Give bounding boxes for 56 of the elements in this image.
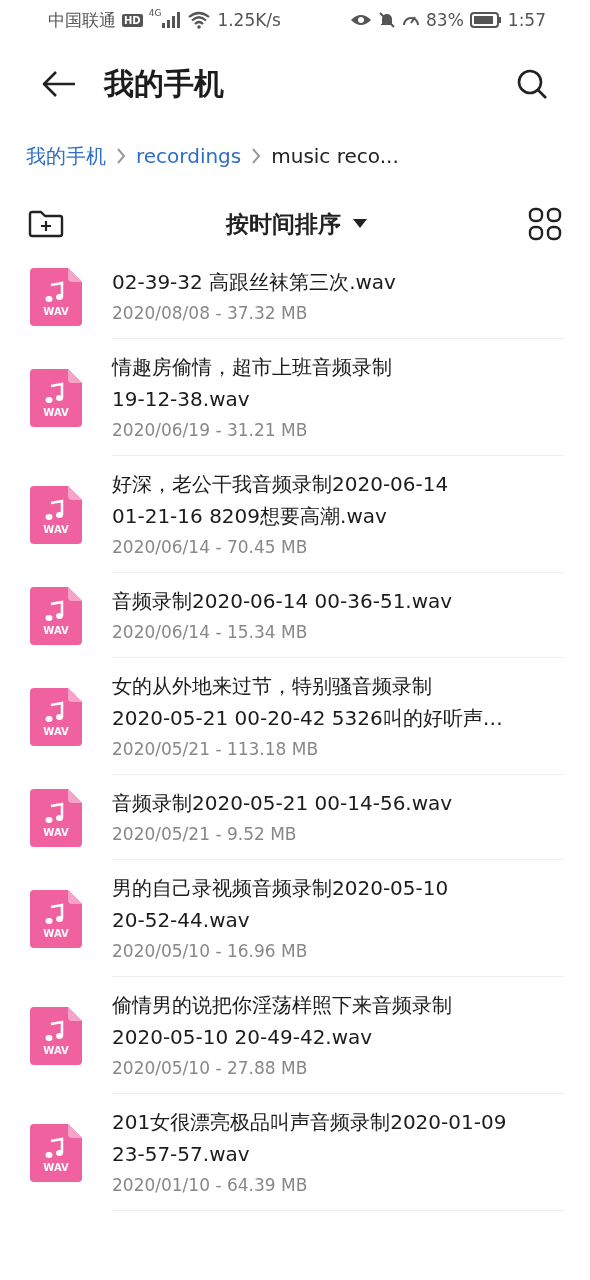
clock-time: 1:57 [507,10,546,30]
file-name[interactable]: 201女很漂亮极品叫声音频录制2020-01-09 [112,1106,564,1138]
file-name[interactable]: 2020-05-10 20-49-42.wav [112,1021,564,1053]
file-name[interactable]: 音频录制2020-06-14 00-36-51.wav [112,585,564,617]
hd-badge: HD [122,13,143,27]
file-name[interactable]: 偷情男的说把你淫荡样照下来音频录制 [112,989,564,1021]
grid-view-icon[interactable] [528,207,562,241]
battery-percent: 83% [426,10,464,30]
eye-icon [350,13,372,27]
file-date-size: 2020/08/08 - 37.32 MB [112,302,309,325]
audio-file-icon: WAV [30,586,82,645]
file-name[interactable]: 23-57-57.wav [112,1138,564,1170]
audio-file-icon: WAV [30,368,82,427]
audio-file-icon: WAV [30,788,82,847]
audio-file-icon: WAV [30,1123,82,1182]
file-date-size: 2020/05/10 - 27.88 MB [112,1057,309,1080]
back-arrow-icon[interactable] [42,70,76,98]
file-date-size: 2020/05/21 - 113.18 MB [112,738,320,761]
file-name[interactable]: 20-52-44.wav [112,904,564,936]
file-date-size: 2020/06/14 - 15.34 MB [112,621,309,644]
file-date-size: 2020/01/10 - 64.39 MB [112,1174,309,1197]
search-icon[interactable] [516,68,548,100]
audio-file-icon: WAV [30,267,82,326]
network-type: 4G [148,8,162,18]
file-name[interactable]: 情趣房偷情，超市上班音频录制 [112,351,564,383]
file-date-size: 2020/06/14 - 70.45 MB [112,536,309,559]
bell-icon [378,11,396,29]
caret-icon [352,219,367,229]
battery-icon [469,12,502,28]
file-name[interactable]: 女的从外地来过节，特别骚音频录制 [112,670,564,702]
file-name[interactable]: 男的自己录视频音频录制2020-05-10 [112,872,564,904]
file-date-size: 2020/06/19 - 31.21 MB [112,419,309,442]
file-date-size: 2020/05/10 - 16.96 MB [112,940,309,963]
signal-icon [161,12,182,28]
file-name[interactable]: 01-21-16 8209想要高潮.wav [112,500,564,532]
file-name[interactable]: 2020-05-21 00-20-42 5326叫的好听声… [112,702,564,734]
file-date-size: 2020/05/21 - 9.52 MB [112,823,298,846]
breadcrumb-link[interactable]: recordings [136,144,242,168]
file-name[interactable]: 02-39-32 高跟丝袜第三次.wav [112,266,564,298]
page-title: 我的手机 [104,64,224,103]
sort-dropdown[interactable]: 按时间排序 [221,204,371,244]
file-name[interactable]: 19-12-38.wav [112,383,564,415]
network-speed: 1.25K/s [217,10,281,30]
wifi-icon [187,11,212,29]
breadcrumb-link[interactable]: 我的手机 [26,142,106,170]
file-name[interactable]: 好深，老公干我音频录制2020-06-14 [112,468,564,500]
audio-file-icon: WAV [30,485,82,544]
breadcrumb-link[interactable]: music reco... [271,144,399,168]
audio-file-icon: WAV [30,687,82,746]
audio-file-icon: WAV [30,1006,82,1065]
chevron-icon [251,147,262,165]
audio-file-icon: WAV [30,889,82,948]
file-name[interactable]: 音频录制2020-05-21 00-14-56.wav [112,787,564,819]
new-folder-icon[interactable] [28,210,64,238]
carrier-name: 中国联通 [48,8,116,32]
chevron-icon [116,147,126,165]
